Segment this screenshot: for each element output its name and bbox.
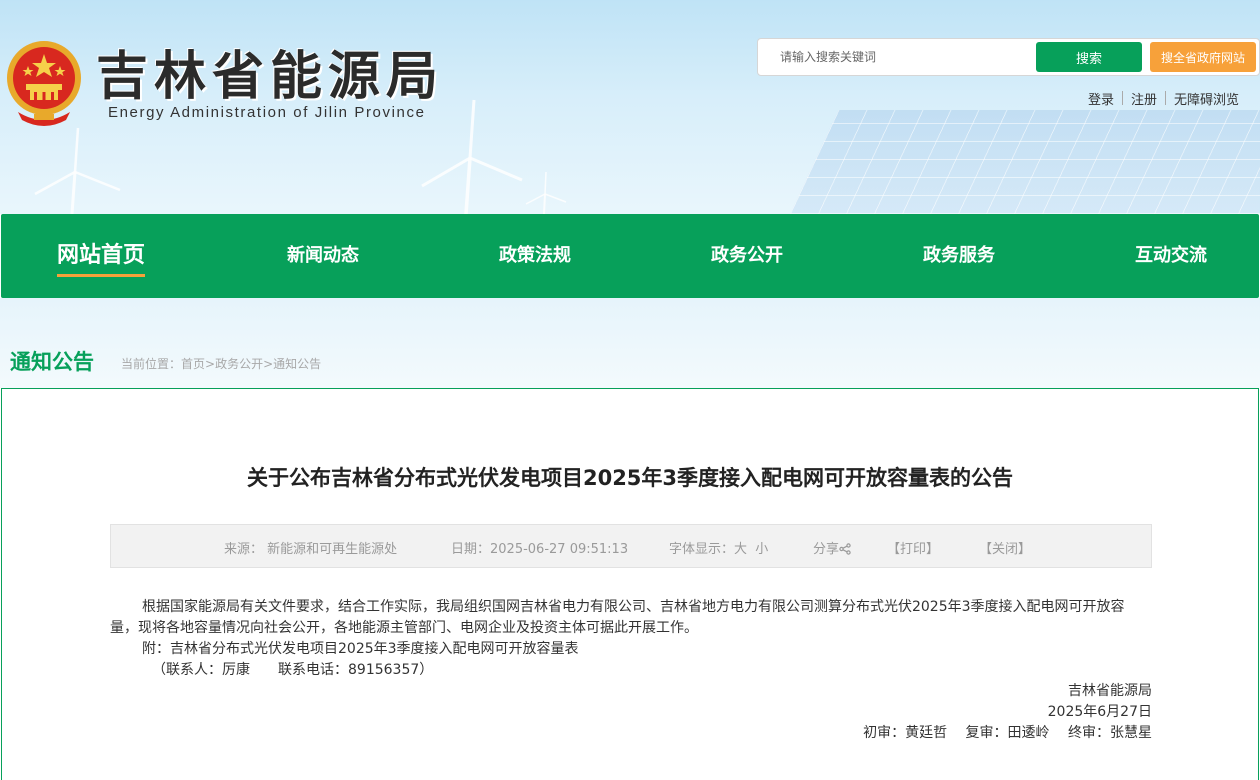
article-body: 根据国家能源局有关文件要求，结合工作实际，我局组织国网吉林省电力有限公司、吉林省… xyxy=(110,597,1152,744)
nav-item-policy[interactable]: 政策法规 xyxy=(499,214,571,298)
breadcrumb-home[interactable]: 首页 xyxy=(181,357,205,371)
meta-font-size: 字体显示：大 小 xyxy=(669,538,768,557)
meta-date-label: 日期： xyxy=(451,542,491,557)
section-banner xyxy=(0,298,1260,388)
site-subtitle: Energy Administration of Jilin Province xyxy=(108,104,426,121)
article-title: 关于公布吉林省分布式光伏发电项目2025年3季度接入配电网可开放容量表的公告 xyxy=(246,466,1014,490)
article-signature: 吉林省能源局 xyxy=(1068,683,1152,699)
meta-source: 来源： 新能源和可再生能源处 xyxy=(224,538,397,557)
site-header: 吉林省能源局 Energy Administration of Jilin Pr… xyxy=(0,0,1260,214)
breadcrumb-gov-affairs[interactable]: 政务公开 xyxy=(215,357,263,371)
national-emblem-icon xyxy=(7,41,81,126)
user-links: 登录 注册 无障碍浏览 xyxy=(1080,88,1247,108)
breadcrumb-prefix: 当前位置： xyxy=(121,357,182,371)
share-button[interactable]: 分享 xyxy=(813,538,851,557)
nav-item-news[interactable]: 新闻动态 xyxy=(287,214,359,298)
search-all-province-button[interactable]: 搜全省政府网站 xyxy=(1150,42,1256,72)
print-button[interactable]: 【打印】 xyxy=(887,538,939,557)
main-nav: 网站首页 新闻动态 政策法规 政务公开 政务服务 互动交流 xyxy=(1,214,1259,298)
meta-source-label: 来源： xyxy=(224,542,264,557)
attachment-label: 附： xyxy=(142,641,170,657)
article-review: 初审：黄廷哲 复审：田逶岭 终审：张慧星 xyxy=(863,725,1152,741)
share-icon xyxy=(839,543,851,555)
nav-item-interaction[interactable]: 互动交流 xyxy=(1135,214,1207,298)
breadcrumb-separator: > xyxy=(263,357,274,371)
nav-item-gov-services[interactable]: 政务服务 xyxy=(923,214,995,298)
article-meta-bar: 来源： 新能源和可再生能源处 日期：2025-06-27 09:51:13 字体… xyxy=(110,524,1152,568)
article-paragraph: 根据国家能源局有关文件要求，结合工作实际，我局组织国网吉林省电力有限公司、吉林省… xyxy=(110,599,1125,636)
nav-item-home[interactable]: 网站首页 xyxy=(56,214,146,298)
search-box: 搜索 搜全省政府网站 xyxy=(757,38,1260,76)
meta-date: 日期：2025-06-27 09:51:13 xyxy=(451,538,628,557)
meta-date-value: 2025-06-27 09:51:13 xyxy=(490,542,629,557)
article-contact: （联系人：厉康 联系电话：89156357） xyxy=(152,662,434,678)
breadcrumb: 当前位置：首页>政务公开>通知公告 xyxy=(121,355,321,372)
solar-panel-decoration xyxy=(790,110,1260,214)
search-input[interactable] xyxy=(780,44,1030,70)
accessibility-link[interactable]: 无障碍浏览 xyxy=(1166,89,1247,108)
wind-turbine-icon xyxy=(525,171,567,214)
wind-turbine-icon xyxy=(34,127,121,214)
meta-source-value: 新能源和可再生能源处 xyxy=(267,542,398,557)
site-title: 吉林省能源局 xyxy=(96,46,445,107)
close-button[interactable]: 【关闭】 xyxy=(979,538,1031,557)
meta-font-label: 字体显示： xyxy=(669,542,735,557)
share-label: 分享 xyxy=(813,542,840,557)
font-big-button[interactable]: 大 xyxy=(734,542,747,557)
breadcrumb-separator: > xyxy=(205,357,216,371)
login-link[interactable]: 登录 xyxy=(1080,89,1122,108)
article-attachment: 附：吉林省分布式光伏发电项目2025年3季度接入配电网可开放容量表 xyxy=(110,639,1152,660)
search-button[interactable]: 搜索 xyxy=(1036,42,1142,72)
font-small-button[interactable]: 小 xyxy=(755,542,768,557)
article-sign-date: 2025年6月27日 xyxy=(1047,704,1152,720)
attachment-link[interactable]: 吉林省分布式光伏发电项目2025年3季度接入配电网可开放容量表 xyxy=(170,641,579,657)
section-title: 通知公告 xyxy=(10,350,94,374)
nav-item-gov-affairs[interactable]: 政务公开 xyxy=(711,214,783,298)
register-link[interactable]: 注册 xyxy=(1123,89,1165,108)
breadcrumb-notices[interactable]: 通知公告 xyxy=(273,357,321,371)
